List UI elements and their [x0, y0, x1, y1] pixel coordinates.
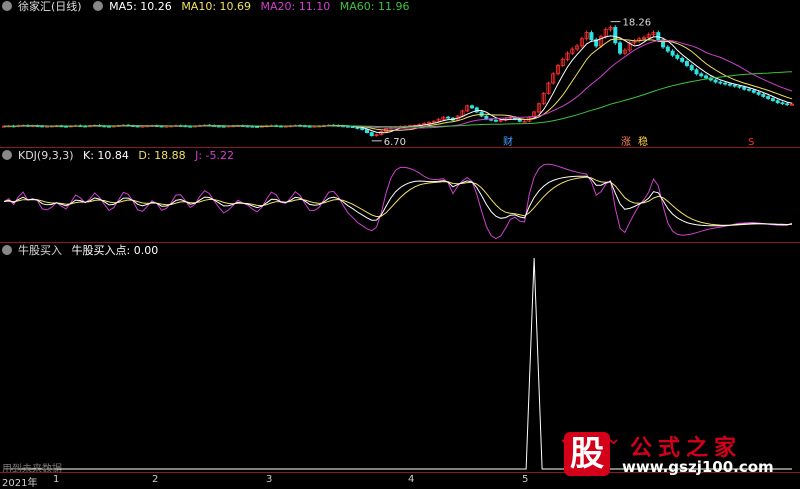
candle-body — [665, 46, 670, 52]
axis-tick-label: 4 — [408, 474, 415, 485]
candle-body — [713, 79, 718, 83]
axis-tick-label: 2021年 — [2, 478, 38, 489]
candle-body — [785, 103, 790, 106]
kdj-d-line — [3, 176, 793, 226]
candle-body — [766, 96, 771, 99]
candle-body — [675, 54, 680, 59]
buy-legend: 牛股买入 牛股买入点: 0.00 — [0, 244, 164, 258]
panel-divider[interactable] — [0, 242, 800, 243]
ma5-line — [3, 35, 793, 134]
candle-body — [747, 88, 752, 91]
candle-body — [369, 132, 374, 137]
candle-body — [751, 89, 756, 93]
candle-body — [780, 102, 785, 105]
candle-body — [756, 91, 761, 95]
candle-body — [446, 116, 451, 119]
candle-body — [364, 129, 369, 133]
panel-toggle-icon[interactable] — [2, 245, 12, 255]
kdj-name: KDJ(9,3,3) — [18, 149, 74, 162]
axis-tick-label: 2 — [152, 474, 159, 485]
candle-body — [699, 73, 704, 77]
candle-body — [618, 42, 623, 54]
high-label: 18.26 — [623, 18, 652, 29]
candle-body — [493, 119, 498, 122]
candle-body — [613, 27, 618, 44]
candle-body — [737, 85, 742, 88]
candle-body — [470, 105, 475, 109]
panel-divider[interactable] — [0, 147, 800, 148]
axis-tick-label: 1 — [53, 474, 60, 485]
candle-body — [680, 57, 685, 62]
candle-body — [723, 82, 728, 85]
buy-value: 牛股买入点: 0.00 — [71, 244, 159, 257]
candle-body — [704, 75, 709, 79]
candle-body — [670, 50, 675, 56]
kdj-d-label: D: 18.88 — [138, 149, 186, 162]
candle-body — [775, 100, 780, 104]
candle-body — [656, 32, 661, 41]
candle-body — [360, 128, 365, 130]
logo-url: www.gszj100.com — [622, 458, 774, 476]
site-logo: ⌄ ⌄ 股 公式之家 www.gszj100.com — [558, 428, 798, 478]
ma60-line — [3, 71, 793, 128]
axis-tick-label: 3 — [266, 474, 273, 485]
logo-mark: 股 — [564, 432, 610, 476]
panel-toggle-icon[interactable] — [2, 150, 12, 160]
candle-body — [589, 32, 594, 41]
kdj-legend: KDJ(9,3,3) K: 10.84 D: 18.88 J: -5.22 — [0, 149, 240, 163]
candle-body — [732, 84, 737, 87]
chart-canvas: 18.266.70 — [2, 18, 795, 470]
candle-body — [742, 86, 747, 90]
candle-body — [684, 61, 689, 66]
candle-body — [770, 98, 775, 102]
candle-body — [718, 81, 723, 84]
candle-body — [727, 83, 732, 86]
candle-body — [694, 69, 699, 75]
kdj-j-label: J: -5.22 — [195, 149, 235, 162]
kdj-k-label: K: 10.84 — [83, 149, 129, 162]
candle-body — [761, 94, 766, 97]
candle-body — [689, 65, 694, 71]
buy-name: 牛股买入 — [18, 244, 62, 257]
axis-tick-label: 5 — [522, 474, 529, 485]
